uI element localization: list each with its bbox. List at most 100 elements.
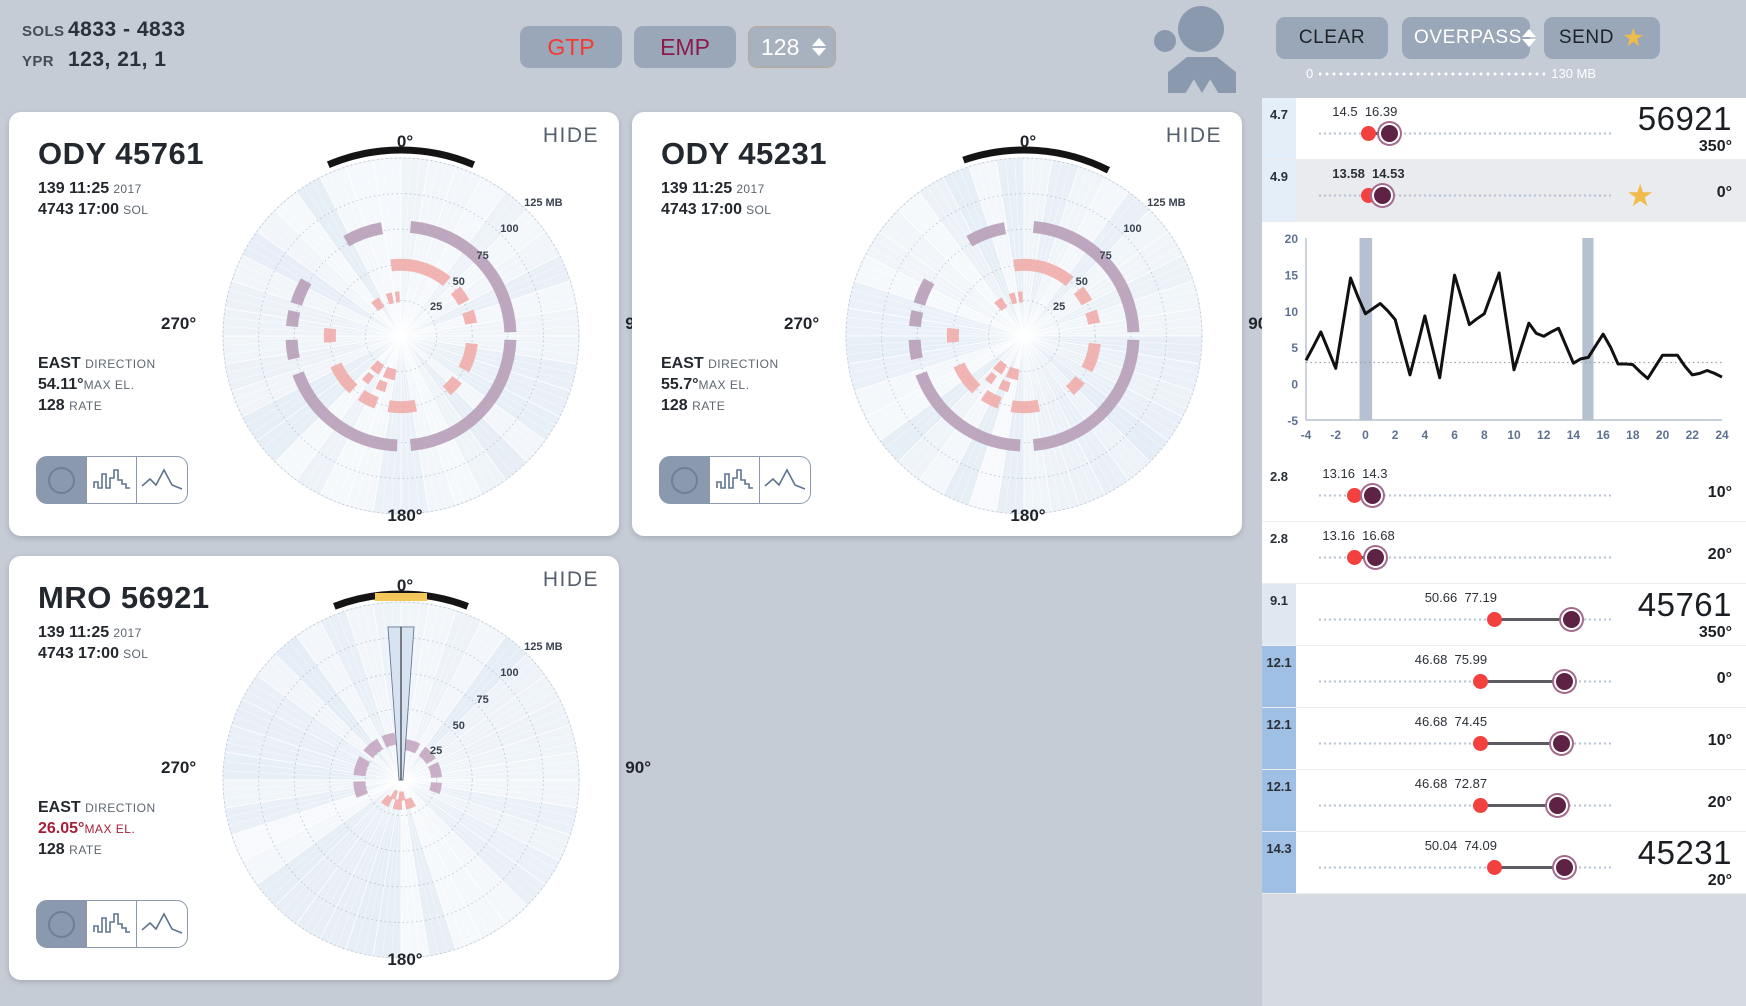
gtp-button[interactable]: GTP (520, 26, 622, 68)
memory-track[interactable] (1319, 71, 1546, 76)
pass-list[interactable]: 4.7 14.5 16.39 56921 350° 4.9 13.58 14.5… (1262, 98, 1746, 1006)
segment-bar-chart[interactable] (86, 901, 137, 947)
polar-ring-100: 100 (500, 667, 519, 680)
pass-row[interactable]: 2.8 13.16 16.68 20° (1262, 522, 1746, 584)
pass-row[interactable]: 4.7 14.5 16.39 56921 350° (1262, 98, 1746, 160)
pass-row[interactable]: 4.9 13.58 14.53 ★ 0° (1262, 160, 1746, 222)
rate-stepper[interactable]: 128 (748, 26, 836, 68)
stat-max-elevation: 26.05°MAX EL. (38, 820, 136, 837)
line-chart-icon (764, 468, 806, 490)
clear-button[interactable]: CLEAR (1276, 17, 1388, 59)
polar-ring-50: 50 (452, 720, 465, 733)
chart-xtick: 22 (1686, 428, 1700, 442)
polar-ring-75: 75 (1099, 249, 1112, 262)
pass-row[interactable]: 12.1 46.68 75.99 0° (1262, 646, 1746, 708)
pass-row-values: 14.5 16.39 (1332, 104, 1398, 119)
send-button-label: SEND (1558, 27, 1615, 48)
polar-label-south: 180° (1010, 506, 1046, 525)
pass-row-start-handle[interactable] (1486, 860, 1502, 875)
pass-row-end-handle[interactable] (1361, 485, 1383, 506)
polar-label-west: 270° (161, 758, 197, 777)
stat-rate: 128 RATE (661, 397, 726, 414)
stepper-arrows-icon[interactable] (812, 38, 826, 56)
pass-row-start-handle[interactable] (1473, 798, 1488, 813)
pass-row[interactable]: 12.1 46.68 74.45 10° (1262, 708, 1746, 770)
pass-row[interactable]: 9.1 50.66 77.19 45761 350° (1262, 584, 1746, 646)
segment-circle[interactable] (660, 457, 710, 503)
polar-ring-unit: 125 MB (524, 196, 563, 209)
emp-button[interactable]: EMP (634, 26, 736, 68)
polar-plot[interactable]: 0°180°270°90°125 MB100755025 (784, 126, 1274, 525)
sols-label: SOLS (22, 23, 65, 40)
pass-row-end-handle[interactable] (1550, 733, 1572, 754)
polar-label-south: 180° (387, 506, 423, 525)
pass-row-values: 46.68 72.87 (1414, 776, 1488, 791)
pass-row-end-handle[interactable] (1560, 609, 1582, 630)
polar-label-north: 0° (1019, 132, 1037, 151)
card-stats: EAST DIRECTION 26.05°MAX EL. 128 RATE (38, 799, 156, 862)
pass-row-start-handle[interactable] (1486, 612, 1502, 627)
pass-row-end-handle[interactable] (1554, 671, 1576, 692)
satellite-cards-container: HIDE ODY 45761 139 11:25 2017 4743 17:00… (0, 98, 1274, 1006)
chevron-updown-icon[interactable] (1521, 29, 1536, 47)
pass-row-end-handle[interactable] (1365, 547, 1387, 568)
pass-row-end-handle[interactable] (1378, 123, 1400, 144)
polar-ring-75: 75 (476, 693, 489, 706)
view-mode-segmented-control[interactable] (36, 900, 188, 948)
segment-line-chart[interactable] (136, 901, 187, 947)
polar-ring-unit: 125 MB (1147, 196, 1186, 209)
pass-row-body: 46.68 74.45 10° (1296, 708, 1746, 769)
chart-xtick: 24 (1715, 428, 1729, 442)
pass-row-elevation: 20° (1707, 546, 1732, 563)
chart-xtick: 16 (1596, 428, 1610, 442)
stat-max-elevation: 54.11°MAX EL. (38, 376, 135, 393)
view-mode-segmented-control[interactable] (36, 456, 188, 504)
card-stats: EAST DIRECTION 54.11°MAX EL. 128 RATE (38, 355, 156, 418)
segment-circle[interactable] (37, 457, 87, 503)
overpass-select-value: OVERPASS (1414, 27, 1522, 48)
polar-plot[interactable]: 0°180°270°90°125 MB100755025 (161, 126, 651, 525)
pass-row[interactable]: 2.8 13.16 14.3 10° (1262, 460, 1746, 522)
chart-ytick: -5 (1287, 414, 1298, 428)
pass-row-elevation: 20° (1707, 794, 1732, 811)
chart-xtick: 18 (1626, 428, 1640, 442)
pass-row-start-handle[interactable] (1473, 736, 1488, 751)
chart-highlight-band (1582, 238, 1594, 420)
segment-bar-chart[interactable] (709, 457, 760, 503)
pass-row-start-handle[interactable] (1347, 550, 1362, 565)
card-sol-line: 4743 17:00 SOL (661, 201, 772, 218)
segment-bar-chart[interactable] (86, 457, 137, 503)
card-meta: 139 11:25 2017 4743 17:00 SOL (38, 624, 148, 666)
pass-row-start-handle[interactable] (1360, 126, 1376, 141)
pass-row-elevation: 10° (1707, 484, 1732, 501)
segment-circle[interactable] (37, 901, 87, 947)
card-meta: 139 11:25 2017 4743 17:00 SOL (661, 180, 771, 222)
pass-row-end-handle[interactable] (1371, 185, 1393, 206)
segment-line-chart[interactable] (759, 457, 810, 503)
send-button[interactable]: SEND ★ (1544, 17, 1660, 59)
polar-label-west: 270° (161, 314, 197, 333)
chart-xtick: -4 (1301, 428, 1312, 442)
overpass-select[interactable]: OVERPASS (1402, 17, 1536, 59)
pass-row-body: 14.5 16.39 56921 350° (1296, 98, 1746, 159)
card-title: ODY 45761 (38, 136, 204, 171)
polar-plot[interactable]: 0°180°270°90°125 MB100755025 (161, 570, 651, 969)
view-mode-segmented-control[interactable] (659, 456, 811, 504)
memory-min-label: 0 (1306, 66, 1314, 81)
segment-line-chart[interactable] (136, 457, 187, 503)
polar-ring-50: 50 (452, 276, 465, 289)
satellite-card: HIDE ODY 45231 139 11:25 2017 4743 17:00… (632, 112, 1274, 536)
pass-row-start-handle[interactable] (1473, 674, 1488, 689)
pass-row-id: 45231 (1637, 834, 1732, 871)
pass-row-duration: 4.7 (1262, 98, 1296, 159)
star-icon[interactable]: ★ (1626, 178, 1654, 214)
pass-row-end-handle[interactable] (1547, 795, 1569, 816)
pass-row-start-handle[interactable] (1347, 488, 1362, 503)
pass-row-duration: 2.8 (1269, 531, 1289, 546)
pass-row[interactable]: 14.3 50.04 74.09 45231 20° (1262, 832, 1746, 894)
pass-row[interactable]: 12.1 46.68 72.87 20° (1262, 770, 1746, 832)
chart-xtick: 10 (1507, 428, 1521, 442)
pass-row-body: 50.04 74.09 45231 20° (1296, 832, 1746, 893)
pass-row-body: 46.68 72.87 20° (1296, 770, 1746, 831)
pass-row-end-handle[interactable] (1553, 857, 1575, 878)
